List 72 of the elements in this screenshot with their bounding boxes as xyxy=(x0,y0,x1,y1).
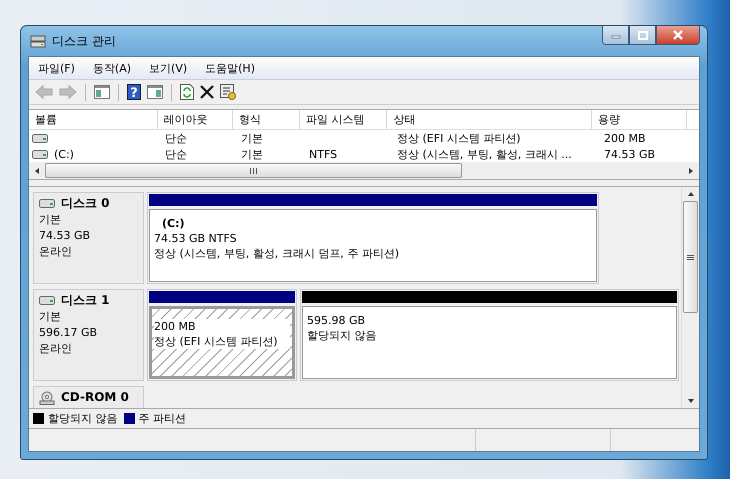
disk-info-panel[interactable]: 디스크 0 기본 74.53 GB 온라인 xyxy=(33,192,144,284)
table-cell: 기본 xyxy=(241,130,263,146)
left-arrow-icon xyxy=(35,85,53,99)
maximize-button[interactable] xyxy=(629,26,656,45)
drive-icon xyxy=(32,150,48,158)
drive-icon xyxy=(39,199,55,208)
refresh-icon xyxy=(180,84,194,100)
properties-icon xyxy=(220,84,236,100)
table-cell: 단순 xyxy=(165,130,187,146)
disk-name: 디스크 0 xyxy=(61,196,110,211)
panel-left-button[interactable] xyxy=(92,84,112,100)
partition-size: 200 MB xyxy=(154,319,290,334)
column-header[interactable]: 레이아웃 xyxy=(158,110,233,129)
window-pane-icon xyxy=(147,85,163,99)
legend-label: 할당되지 않음 xyxy=(48,411,118,426)
close-icon xyxy=(672,30,684,40)
disk-status: 온라인 xyxy=(39,341,73,356)
delete-button[interactable] xyxy=(198,84,216,100)
grip-icon xyxy=(249,168,258,174)
menu-item[interactable]: 보기(V) xyxy=(140,60,196,76)
table-cell: 정상 (EFI 시스템 파티션) xyxy=(397,130,521,146)
table-cell: 74.53 GB xyxy=(604,148,656,160)
window-pane-icon xyxy=(94,85,110,99)
disk-info-panel[interactable]: CD-ROM 0 xyxy=(33,386,144,408)
menu-item[interactable]: 동작(A) xyxy=(84,60,140,76)
grip-icon xyxy=(687,254,694,260)
disk-type: 기본 xyxy=(39,309,62,324)
minimize-button[interactable] xyxy=(602,26,629,45)
legend-label: 주 파티션 xyxy=(138,411,186,426)
refresh-button[interactable] xyxy=(178,83,196,101)
column-header[interactable]: 상태 xyxy=(387,110,592,129)
column-header[interactable]: 파일 시스템 xyxy=(300,110,388,129)
table-cell: 단순 xyxy=(165,146,187,162)
table-cell: (C:) xyxy=(54,148,74,160)
column-header[interactable]: 용량 xyxy=(592,110,688,129)
disk-name: CD-ROM 0 xyxy=(61,390,129,405)
table-cell: NTFS xyxy=(309,148,338,160)
disk-name: 디스크 1 xyxy=(61,293,110,308)
partition-status: 정상 (시스템, 부팅, 활성, 크래시 덤프, 주 파티션) xyxy=(154,246,400,261)
partition-block[interactable]: 595.98 GB 할당되지 않음 xyxy=(300,289,679,381)
disk-status: 온라인 xyxy=(39,244,73,259)
partition-block[interactable]: (C:) 74.53 GB NTFS 정상 (시스템, 부팅, 활성, 크래시 덤프, 주 파티션) xyxy=(147,192,599,284)
right-arrow-icon xyxy=(59,85,77,99)
vertical-scrollbar[interactable] xyxy=(681,187,699,408)
partition-block[interactable]: 200 MB 정상 (EFI 시스템 파티션) xyxy=(147,289,297,381)
maximize-icon xyxy=(638,30,648,40)
partition-label: (C:) xyxy=(161,216,186,231)
disk-size: 74.53 GB xyxy=(39,228,92,243)
partition-size: 595.98 GB xyxy=(307,313,366,328)
disk-info-panel[interactable]: 디스크 1 기본 596.17 GB 온라인 xyxy=(33,289,144,381)
disk-drive-icon xyxy=(30,34,46,48)
menu-item[interactable]: 파일(F) xyxy=(29,60,84,76)
window-title: 디스크 관리 xyxy=(52,32,116,50)
drive-icon xyxy=(39,296,55,305)
column-header[interactable]: 볼륨 xyxy=(29,110,158,129)
table-cell: 정상 (시스템, 부팅, 활성, 크래시 ... xyxy=(397,146,572,162)
close-button[interactable] xyxy=(656,26,700,45)
panel-right-button[interactable] xyxy=(145,84,165,100)
partition-size: 74.53 GB NTFS xyxy=(154,231,238,246)
table-cell: 기본 xyxy=(241,146,263,162)
close-icon xyxy=(200,85,214,99)
drive-icon xyxy=(32,134,48,142)
partition-status: 할당되지 않음 xyxy=(307,328,378,343)
table-cell: 200 MB xyxy=(604,132,646,144)
column-header[interactable]: 형식 xyxy=(232,110,300,129)
partition-status: 정상 (EFI 시스템 파티션) xyxy=(154,334,290,349)
cd-drive-icon xyxy=(39,390,55,404)
disk-size: 596.17 GB xyxy=(39,325,98,340)
horizontal-scrollbar[interactable] xyxy=(29,162,699,179)
properties-button[interactable] xyxy=(218,83,238,101)
disk-type: 기본 xyxy=(39,212,62,227)
menu-item[interactable]: 도움말(H) xyxy=(196,60,264,76)
